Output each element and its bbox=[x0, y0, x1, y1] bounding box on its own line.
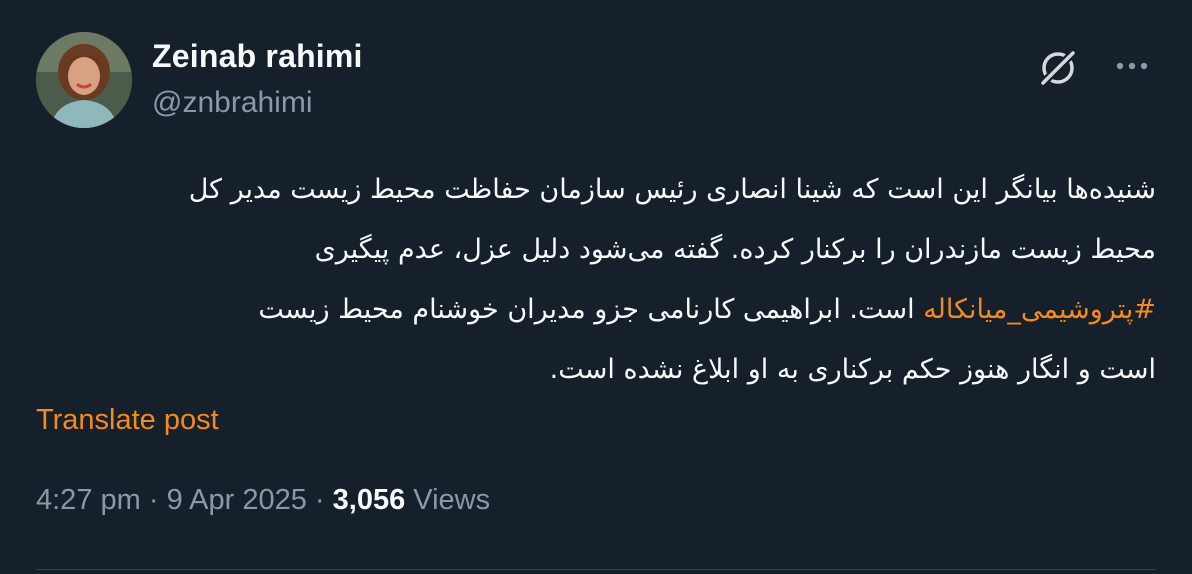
tweet-line-text: است. ابراهیمی کارنامی جزو مدیران خوشنام … bbox=[258, 294, 924, 325]
post-time[interactable]: 4:27 pm bbox=[36, 484, 141, 516]
more-icon[interactable] bbox=[1110, 52, 1154, 80]
tweet-line: شنیده‌ها بیانگر این است که شینا انصاری ر… bbox=[188, 174, 1156, 205]
views-count: 3,056 bbox=[332, 484, 406, 516]
post-date[interactable]: 9 Apr 2025 bbox=[167, 484, 307, 516]
divider bbox=[36, 569, 1156, 570]
translate-post-link[interactable]: Translate post bbox=[36, 404, 219, 437]
user-handle[interactable]: @znbrahimi bbox=[152, 86, 313, 120]
tweet-text: شنیده‌ها بیانگر این است که شینا انصاری ر… bbox=[36, 160, 1156, 400]
tweet-line: است و انگار هنوز حکم برکناری به او ابلاغ… bbox=[549, 354, 1156, 385]
profile-photo-icon bbox=[36, 32, 132, 128]
tweet-line: محیط زیست مازندران را برکنار کرده. گفته … bbox=[314, 234, 1156, 265]
tweet-line: #پتروشیمی_میانکاله است. ابراهیمی کارنامی… bbox=[36, 280, 1156, 340]
grok-icon[interactable] bbox=[1036, 46, 1080, 90]
tweet-meta: 4:27 pm · 9 Apr 2025 · 3,056 Views bbox=[36, 484, 490, 517]
display-name[interactable]: Zeinab rahimi bbox=[152, 38, 363, 75]
hashtag-link[interactable]: #پتروشیمی_میانکاله bbox=[923, 294, 1156, 325]
meta-separator: · bbox=[140, 484, 167, 516]
views-label: Views bbox=[405, 484, 491, 516]
avatar[interactable] bbox=[36, 32, 132, 128]
meta-separator: · bbox=[306, 484, 333, 516]
